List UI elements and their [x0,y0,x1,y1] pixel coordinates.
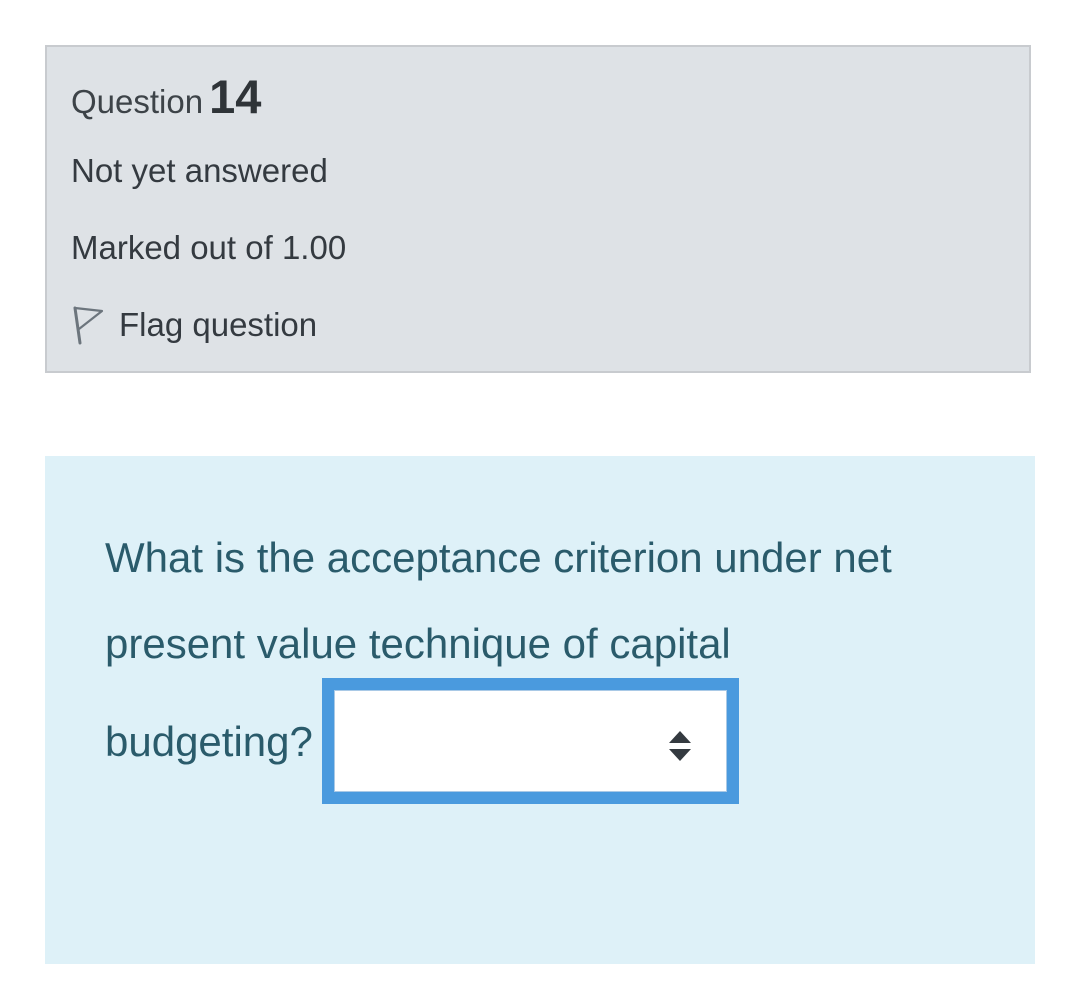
question-grade: Marked out of 1.00 [71,229,347,266]
question-heading: Question 14 [71,69,261,124]
flag-outline-icon [71,305,105,345]
sort-arrows-icon [668,729,692,763]
question-info-panel: Question 14 Not yet answered Marked out o… [45,45,1031,373]
question-text-line-1: What is the acceptance criterion under n… [105,534,892,581]
question-number: 14 [209,70,262,123]
answer-select[interactable] [322,678,739,804]
question-text-line-2: present value technique of capital [105,620,731,667]
answer-select-field[interactable] [334,690,727,792]
flag-question-label: Flag question [119,306,318,343]
question-state: Not yet answered [71,152,328,189]
question-content-panel: What is the acceptance criterion under n… [45,456,1035,964]
flag-question-button[interactable]: Flag question [71,305,317,345]
question-label: Question [71,83,204,120]
